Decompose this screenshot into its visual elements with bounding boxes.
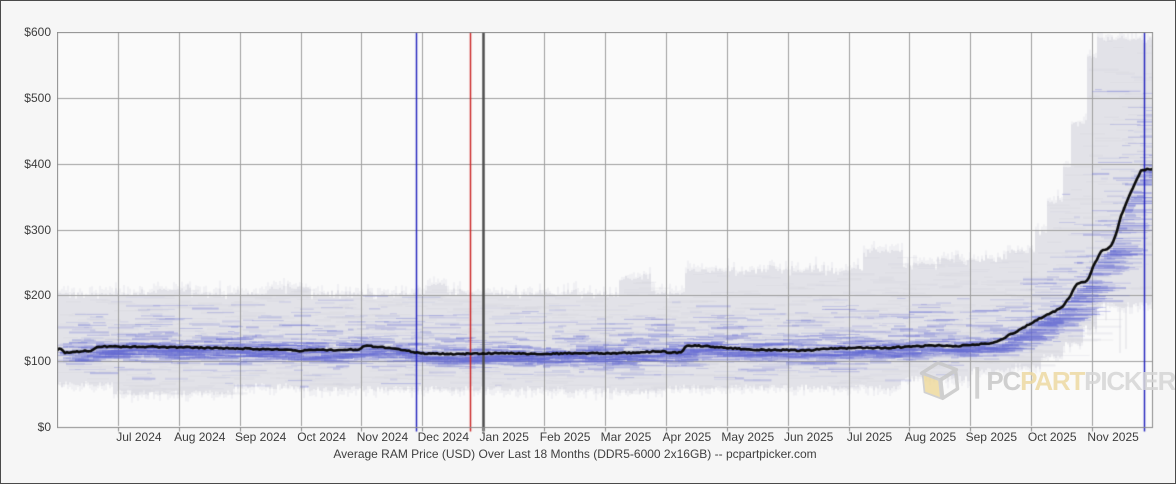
y-axis-label: $600 (24, 25, 51, 39)
x-axis-label: Aug 2025 (904, 430, 957, 444)
x-axis-label: Nov 2024 (356, 430, 409, 444)
y-axis-label: $100 (24, 354, 51, 369)
x-axis-label: Dec 2024 (417, 430, 470, 444)
x-axis-label: Jul 2024 (116, 430, 162, 444)
x-axis-label: Jun 2025 (783, 430, 834, 444)
x-axis-label: Jan 2025 (479, 430, 529, 444)
x-axis-label: Sep 2025 (965, 430, 1018, 444)
y-axis-label: $0 (37, 420, 51, 434)
x-axis-label: Oct 2024 (297, 430, 346, 444)
x-axis-label: Jul 2025 (846, 430, 893, 444)
watermark-text-picker: PICKER (1084, 366, 1176, 396)
x-axis-label: Mar 2025 (600, 430, 652, 444)
x-axis-label: Aug 2024 (174, 430, 226, 444)
y-axis-label: $300 (24, 222, 51, 237)
y-axis-label: $500 (24, 90, 51, 105)
plot-area: | PC PART PICKER (57, 32, 1175, 433)
pcpartpicker-cube-icon (919, 360, 960, 401)
y-axis-label: $200 (24, 288, 51, 303)
pcpartpicker-watermark: | PC PART PICKER (919, 358, 1175, 404)
chart-title: Average RAM Price (USD) Over Last 18 Mon… (333, 447, 817, 461)
x-axis-label: Sep 2024 (234, 430, 287, 444)
x-axis-label: Oct 2025 (1027, 430, 1077, 444)
x-axis-label: Apr 2025 (662, 430, 712, 444)
x-axis-label: Feb 2025 (539, 430, 591, 444)
y-axis-label: $400 (24, 156, 51, 171)
watermark-text-part: PART (1020, 366, 1085, 396)
price-trend-chart: $600 $500 $400 $300 $200 $100 $0 | PC PART PIC… (0, 0, 1176, 484)
watermark-separator: | (973, 362, 982, 399)
x-axis-label: Nov 2025 (1087, 430, 1139, 444)
watermark-text-pc: PC (986, 366, 1021, 396)
x-axis-label: May 2025 (721, 430, 775, 444)
